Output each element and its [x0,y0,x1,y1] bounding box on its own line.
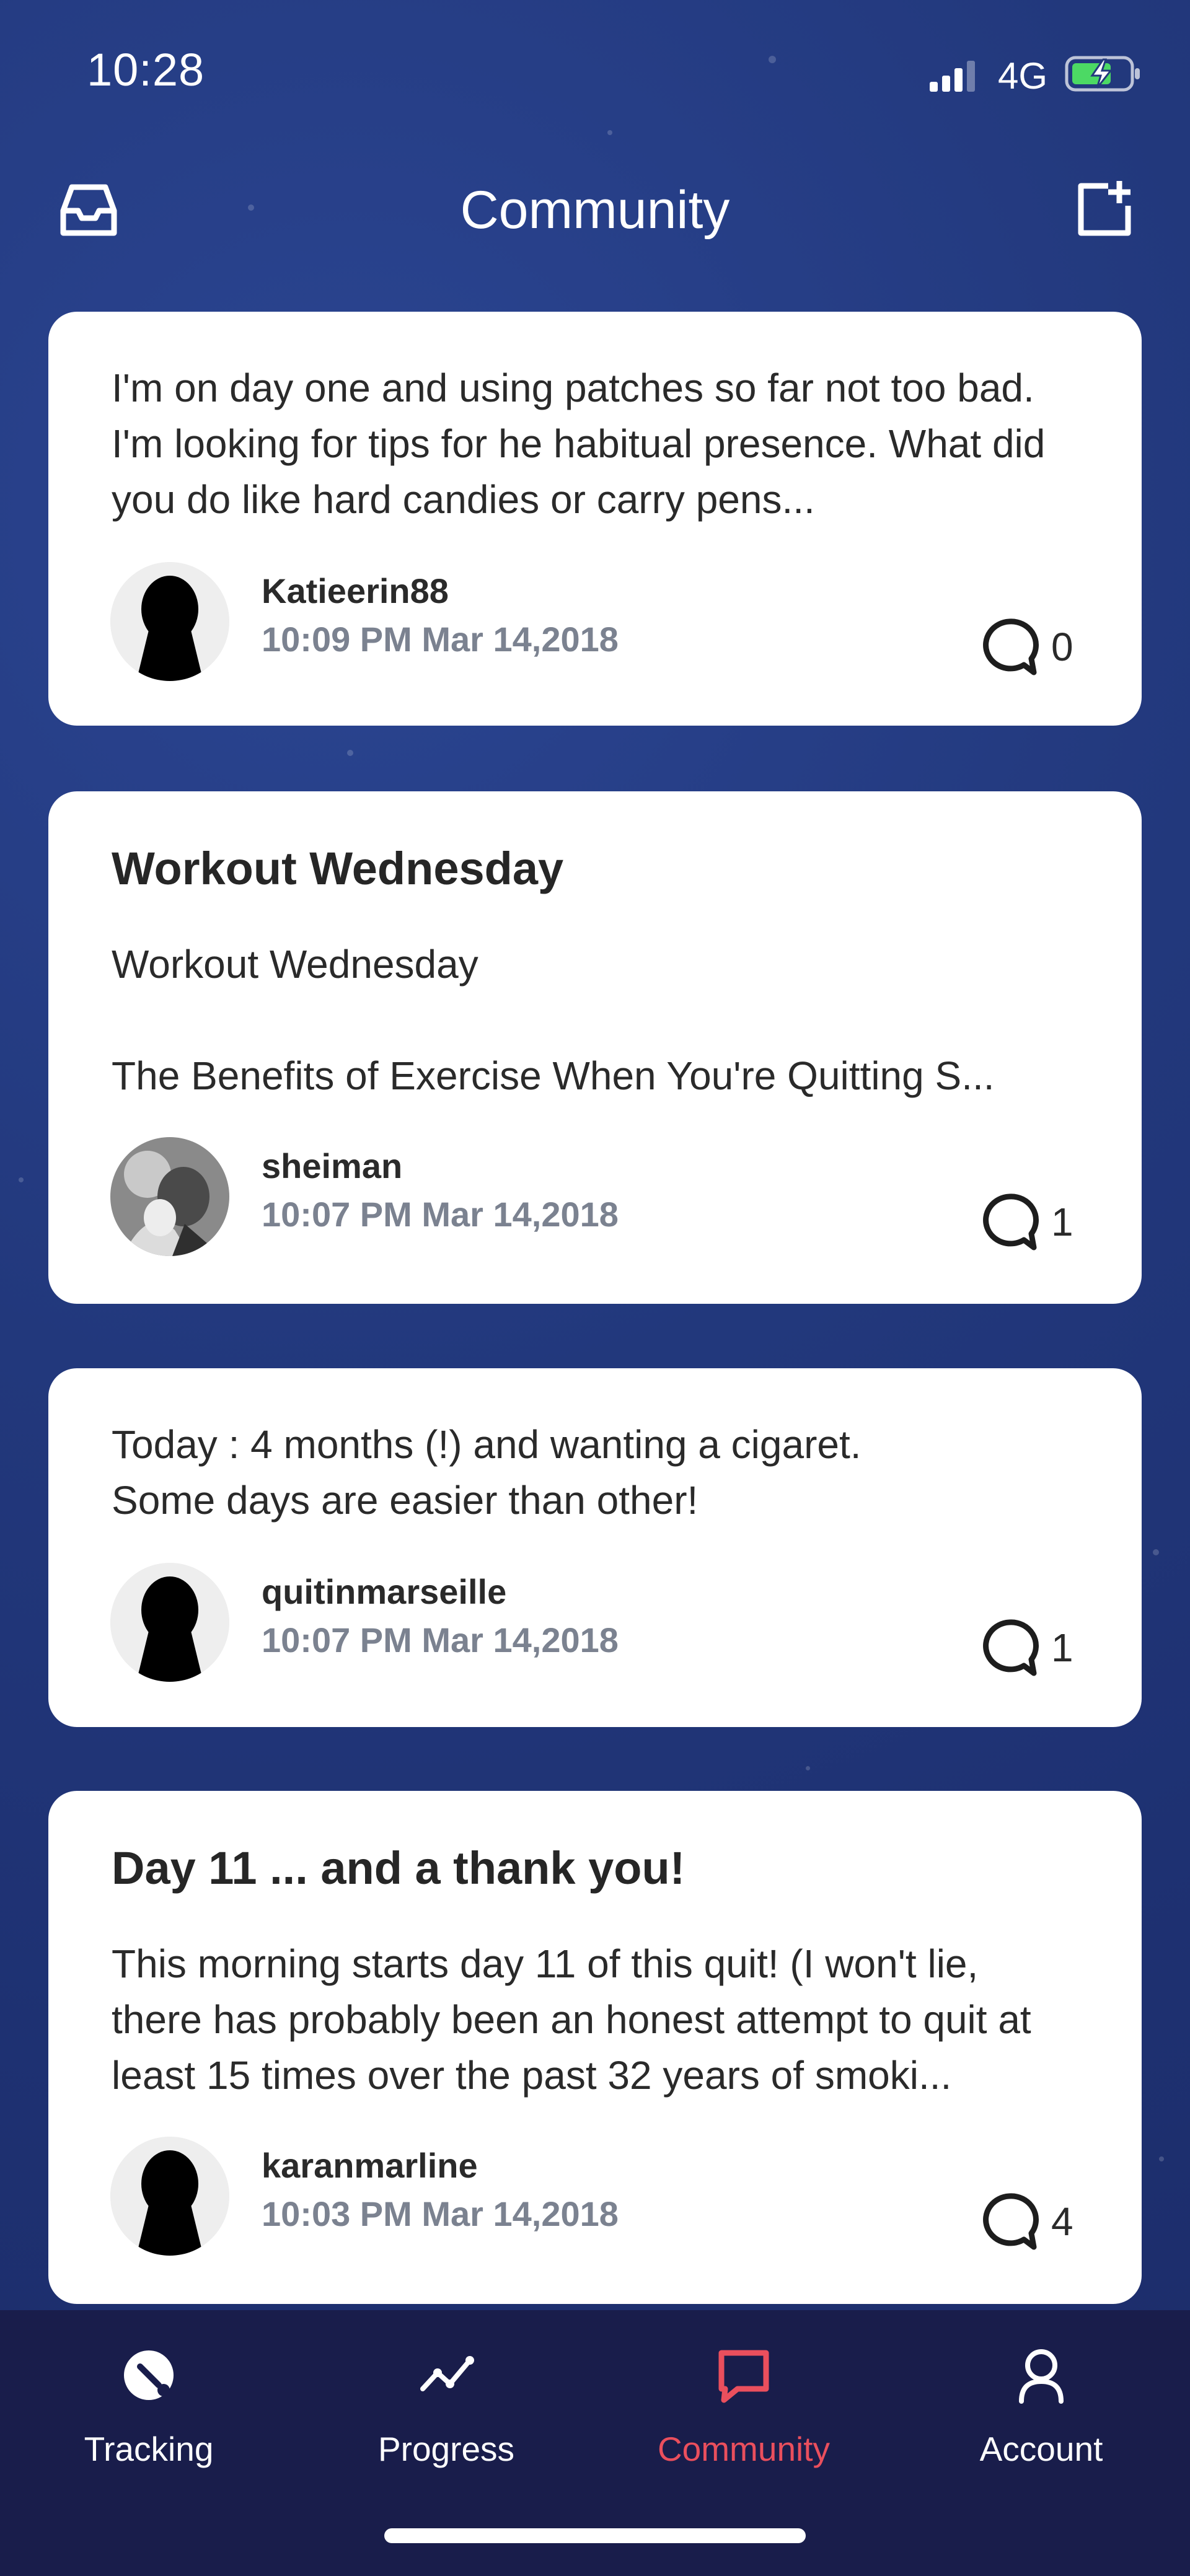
post-timestamp: 10:09 PM Mar 14,2018 [262,620,619,659]
post-card[interactable]: Workout Wednesday Workout Wednesday The … [48,791,1142,1304]
tab-account[interactable]: Account [892,2310,1190,2496]
user-silhouette-icon [110,2137,229,2256]
comment-count-value: 0 [1051,625,1073,669]
tab-label: Community [657,2430,831,2468]
post-timestamp: 10:07 PM Mar 14,2018 [262,1620,619,1659]
comment-icon [983,2193,1039,2250]
user-photo [110,1137,229,1256]
post-author: quitinmarseille [262,1572,507,1611]
post-author: karanmarline [262,2146,478,2185]
tab-label: Account [979,2430,1103,2468]
account-icon [1019,2349,1064,2404]
post-body: I'm on day one and using patches so far … [112,366,1046,522]
comment-count[interactable]: 1 [978,1190,1090,1259]
battery-charging-icon [1065,56,1140,92]
tab-tracking[interactable]: Tracking [0,2310,298,2496]
tab-label: Progress [377,2430,515,2468]
comment-icon [983,618,1039,675]
avatar [110,2137,229,2256]
status-time: 10:28 [87,44,205,95]
post-card[interactable]: Today : 4 months (!) and wanting a cigar… [48,1368,1142,1727]
avatar [110,1563,229,1682]
comment-icon [983,1193,1039,1251]
user-silhouette-icon [110,1563,229,1682]
post-timestamp: 10:03 PM Mar 14,2018 [262,2194,619,2233]
post-title: Workout Wednesday [112,843,564,894]
progress-icon [420,2356,474,2391]
post-body: Workout Wednesday The Benefits of Exerci… [112,942,995,1098]
comment-count[interactable]: 4 [978,2190,1090,2258]
page-title: Community [460,180,730,240]
avatar [110,1137,229,1256]
new-post-button[interactable] [1072,178,1134,240]
new-post-icon [1078,181,1131,236]
post-title: Day 11 ... and a thank you! [112,1842,685,1894]
tab-progress[interactable]: Progress [298,2310,595,2496]
tracking-icon [124,2350,174,2400]
post-body: Today : 4 months (!) and wanting a cigar… [112,1422,862,1523]
status-bar: 10:28 4G [0,0,1190,143]
tab-bar: Tracking Progress Community Account [0,2310,1190,2576]
home-indicator [384,2528,806,2543]
post-card[interactable]: I'm on day one and using patches so far … [48,312,1142,726]
post-timestamp: 10:07 PM Mar 14,2018 [262,1195,619,1234]
comment-count-value: 4 [1051,2199,1073,2244]
post-body: This morning starts day 11 of this quit!… [112,1941,1031,2098]
network-label: 4G [998,55,1048,97]
user-silhouette-icon [110,562,229,681]
comment-count-value: 1 [1051,1200,1073,1244]
post-card[interactable]: Day 11 ... and a thank you! This morning… [48,1791,1142,2304]
comment-count[interactable]: 0 [978,615,1090,684]
community-icon [718,2350,769,2403]
header: Community [0,161,1190,260]
comment-count-value: 1 [1051,1625,1073,1670]
comment-count[interactable]: 1 [978,1616,1090,1684]
tab-community[interactable]: Community [595,2310,892,2496]
post-author: sheiman [262,1146,403,1185]
post-author: Katieerin88 [262,571,449,610]
avatar [110,562,229,681]
signal-icon [930,61,975,92]
comment-icon [983,1619,1039,1676]
tab-label: Tracking [84,2430,214,2468]
